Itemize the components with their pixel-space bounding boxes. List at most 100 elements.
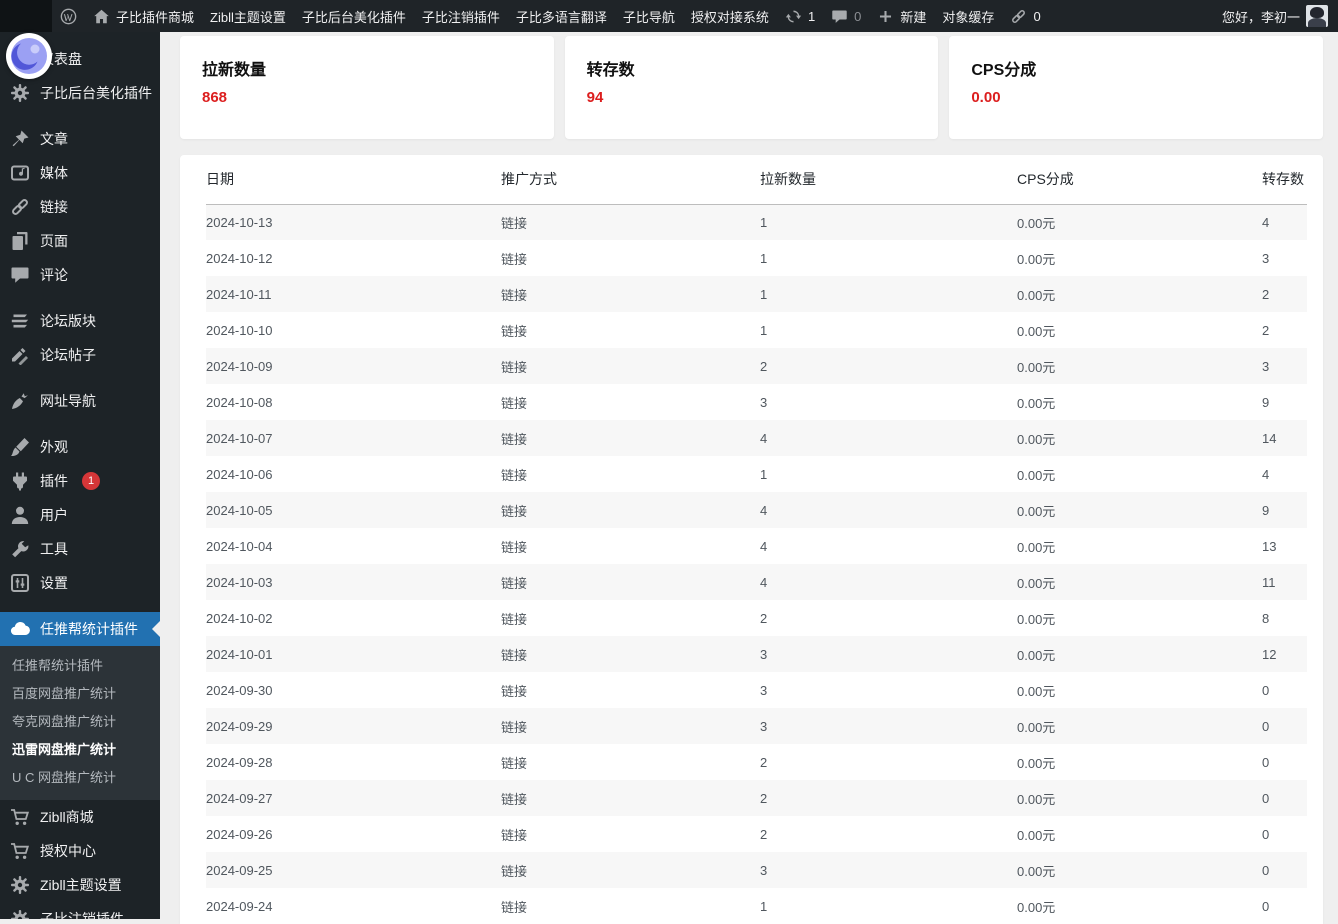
adminbar-corner bbox=[0, 0, 52, 32]
sidebar-item-comment-7[interactable]: 评论 bbox=[0, 258, 160, 292]
cell-method: 链接 bbox=[501, 863, 528, 879]
comments-menu[interactable]: 0 bbox=[823, 0, 869, 32]
sidebar-item-forum-9[interactable]: 论坛版块 bbox=[0, 304, 160, 338]
submenu-item[interactable]: 任推帮统计插件 bbox=[0, 652, 160, 680]
cell-cps: 0.00元 bbox=[1017, 647, 1056, 663]
cell-method: 链接 bbox=[501, 611, 528, 627]
forum-icon bbox=[10, 311, 30, 331]
sidebar-item-media-4[interactable]: 媒体 bbox=[0, 156, 160, 190]
cell-cps: 0.00元 bbox=[1017, 467, 1056, 483]
cell-save-count: 2 bbox=[1262, 322, 1270, 338]
sidebar-item-cart-21[interactable]: Zibll商城 bbox=[0, 800, 160, 834]
sidebar-item-cart-22[interactable]: 授权中心 bbox=[0, 834, 160, 868]
update-count: 1 bbox=[807, 8, 816, 24]
cell-save-count: 8 bbox=[1262, 610, 1270, 626]
sidebar-item-gear-1[interactable]: 子比后台美化插件 bbox=[0, 76, 160, 110]
sidebar-item-gear-24[interactable]: 子比注销插件 bbox=[0, 902, 160, 919]
cell-cps: 0.00元 bbox=[1017, 683, 1056, 699]
adminbar-item-nav-plugin[interactable]: 子比导航 bbox=[615, 0, 683, 32]
cell-new-count: 3 bbox=[760, 718, 768, 734]
cell-method: 链接 bbox=[501, 359, 528, 375]
sliders-icon bbox=[10, 573, 30, 593]
admin-bar: 子比插件商城 Zibll主题设置 子比后台美化插件 子比注销插件 子比多语言翻译… bbox=[0, 0, 1338, 32]
wp-logo-menu[interactable] bbox=[52, 0, 85, 32]
sidebar-item-sliders-18[interactable]: 设置 bbox=[0, 566, 160, 600]
table-row: 2024-10-10 链接 1 0.00元 2 bbox=[206, 312, 1307, 348]
sidebar-item-posts-10[interactable]: 论坛帖子 bbox=[0, 338, 160, 372]
adminbar-item-beautify-plugin[interactable]: 子比后台美化插件 bbox=[294, 0, 414, 32]
cell-date: 2024-10-02 bbox=[206, 610, 273, 626]
floating-theme-logo-button[interactable] bbox=[6, 33, 52, 79]
chain-link-icon bbox=[1010, 8, 1027, 25]
sidebar-item-link-5[interactable]: 链接 bbox=[0, 190, 160, 224]
cell-date: 2024-09-28 bbox=[206, 754, 273, 770]
sidebar-separator bbox=[0, 292, 160, 304]
sidebar-item-label: 工具 bbox=[40, 541, 68, 557]
table-row: 2024-10-08 链接 3 0.00元 9 bbox=[206, 384, 1307, 420]
cell-method: 链接 bbox=[501, 467, 528, 483]
sidebar-item-pin-3[interactable]: 文章 bbox=[0, 122, 160, 156]
site-home-menu[interactable]: 子比插件商城 bbox=[85, 0, 202, 32]
wordpress-logo-icon bbox=[60, 8, 77, 25]
cell-method: 链接 bbox=[501, 827, 528, 843]
table-row: 2024-10-07 链接 4 0.00元 14 bbox=[206, 420, 1307, 456]
promotion-stats-table: 日期 推广方式 拉新数量 CPS分成 转存数 2024-10-13 链接 1 0.00元 4 20… bbox=[206, 155, 1307, 924]
nav-icon bbox=[10, 391, 30, 411]
cell-cps: 0.00元 bbox=[1017, 575, 1056, 591]
object-cache-menu[interactable]: 对象缓存 bbox=[934, 0, 1002, 32]
adminbar-item-zibll-settings[interactable]: Zibll主题设置 bbox=[202, 0, 294, 32]
main-content: 拉新数量 868 转存数 94 CPS分成 0.00 日期 推广方式 拉新数量 CPS… bbox=[160, 32, 1338, 924]
cell-date: 2024-09-27 bbox=[206, 790, 273, 806]
admin-sidebar: 仪表盘 子比后台美化插件 文章 媒体 链接 页面 评论 论坛版块 论坛帖子 网址导航 外观 插件 1 用户… bbox=[0, 32, 160, 919]
user-avatar[interactable] bbox=[1306, 5, 1328, 27]
cell-method: 链接 bbox=[501, 431, 528, 447]
cell-date: 2024-09-30 bbox=[206, 682, 273, 698]
cell-date: 2024-10-10 bbox=[206, 322, 273, 338]
cell-cps: 0.00元 bbox=[1017, 287, 1056, 303]
sidebar-item-wrench-17[interactable]: 工具 bbox=[0, 532, 160, 566]
cell-date: 2024-10-11 bbox=[206, 286, 272, 302]
submenu-item[interactable]: U C 网盘推广统计 bbox=[0, 764, 160, 792]
cell-date: 2024-10-03 bbox=[206, 574, 273, 590]
cell-date: 2024-09-29 bbox=[206, 718, 273, 734]
stat-card-value: 0.00 bbox=[971, 89, 1001, 106]
sidebar-item-pages-6[interactable]: 页面 bbox=[0, 224, 160, 258]
adminbar-item-logout-plugin[interactable]: 子比注销插件 bbox=[414, 0, 508, 32]
sidebar-item-gear-23[interactable]: Zibll主题设置 bbox=[0, 868, 160, 902]
cell-method: 链接 bbox=[501, 251, 528, 267]
submenu-item[interactable]: 百度网盘推广统计 bbox=[0, 680, 160, 708]
comment-count: 0 bbox=[854, 8, 862, 24]
column-header: CPS分成 bbox=[1017, 155, 1262, 205]
new-content-menu[interactable]: 新建 bbox=[869, 0, 934, 32]
sidebar-item-label: 子比后台美化插件 bbox=[40, 85, 152, 101]
stat-card-value: 94 bbox=[586, 89, 604, 106]
submenu-item-current[interactable]: 迅雷网盘推广统计 bbox=[0, 736, 160, 764]
sidebar-item-brush-14[interactable]: 外观 bbox=[0, 430, 160, 464]
links-counter-menu[interactable]: 0 bbox=[1002, 0, 1048, 32]
user-account-menu[interactable]: 您好，李初一 bbox=[1216, 0, 1306, 32]
sidebar-item-user-16[interactable]: 用户 bbox=[0, 498, 160, 532]
cell-date: 2024-10-05 bbox=[206, 502, 273, 518]
cell-new-count: 1 bbox=[760, 250, 768, 266]
sidebar-item-cloud-20[interactable]: 任推帮统计插件 bbox=[0, 612, 160, 646]
updates-menu[interactable]: 1 bbox=[777, 0, 823, 32]
user-icon bbox=[10, 505, 30, 525]
sidebar-item-nav-12[interactable]: 网址导航 bbox=[0, 384, 160, 418]
cell-save-count: 3 bbox=[1262, 358, 1270, 374]
sidebar-item-label: 子比注销插件 bbox=[40, 911, 124, 919]
update-count-badge: 1 bbox=[82, 472, 100, 490]
sidebar-item-label: 插件 bbox=[40, 473, 68, 489]
cell-new-count: 3 bbox=[760, 646, 768, 662]
cell-new-count: 3 bbox=[760, 394, 768, 410]
sidebar-item-label: 网址导航 bbox=[40, 393, 96, 409]
comments-icon bbox=[831, 8, 848, 25]
sidebar-item-label: 文章 bbox=[40, 131, 68, 147]
adminbar-label: 子比多语言翻译 bbox=[515, 9, 607, 25]
cell-method: 链接 bbox=[501, 395, 528, 411]
stats-table-panel: 日期 推广方式 拉新数量 CPS分成 转存数 2024-10-13 链接 1 0.00元 4 20… bbox=[180, 155, 1323, 924]
sidebar-item-plug-15[interactable]: 插件 1 bbox=[0, 464, 160, 498]
submenu-item[interactable]: 夸克网盘推广统计 bbox=[0, 708, 160, 736]
adminbar-item-translate-plugin[interactable]: 子比多语言翻译 bbox=[508, 0, 615, 32]
adminbar-item-auth-system[interactable]: 授权对接系统 bbox=[683, 0, 777, 32]
site-home-label: 子比插件商城 bbox=[116, 9, 195, 25]
